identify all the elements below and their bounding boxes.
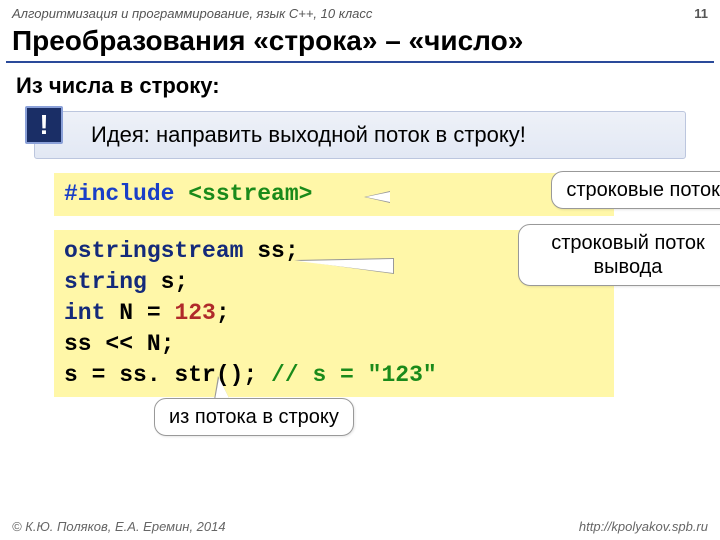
code-block-main: ostringstream ss; string s; int N = 123;… [54,230,720,397]
code-kw: ostringstream [64,238,243,264]
page-title: Преобразования «строка» – «число» [0,23,720,61]
exclaim-icon: ! [25,106,63,144]
callout-tail [294,258,394,274]
callout-tail [364,191,390,203]
code-text: ; [216,300,230,326]
header: Алгоритмизация и программирование, язык … [0,0,720,23]
code-kw: #include [64,181,174,207]
code-kw: string [64,269,147,295]
course-label: Алгоритмизация и программирование, язык … [12,6,372,21]
code-text: ss; [243,238,298,264]
callout-streams: строковые потоки [551,171,720,209]
callout-output-stream: строковый поток вывода [518,224,720,286]
code-text: s; [147,269,188,295]
title-rule [6,61,714,63]
footer-url: http://kpolyakov.spb.ru [579,519,708,534]
idea-callout: ! Идея: направить выходной поток в строк… [34,111,686,159]
code-comment: // s = "123" [271,362,437,388]
code-text: N = [105,300,174,326]
idea-text: Идея: направить выходной поток в строку! [91,122,526,147]
code-kw: int [64,300,105,326]
callout-to-string: из потока в строку [154,398,354,436]
code-line: ss << N; [64,329,604,360]
page-number: 11 [694,6,708,21]
code-block-include: #include <sstream> строковые потоки [54,173,720,216]
copyright: © К.Ю. Поляков, Е.А. Еремин, 2014 [12,519,226,534]
code-number: 123 [174,300,215,326]
callout-tail [214,376,230,400]
code-header: <sstream> [188,181,312,207]
code-text: s = ss. str(); [64,362,271,388]
footer: © К.Ю. Поляков, Е.А. Еремин, 2014 http:/… [0,519,720,534]
subtitle: Из числа в строку: [0,69,720,107]
